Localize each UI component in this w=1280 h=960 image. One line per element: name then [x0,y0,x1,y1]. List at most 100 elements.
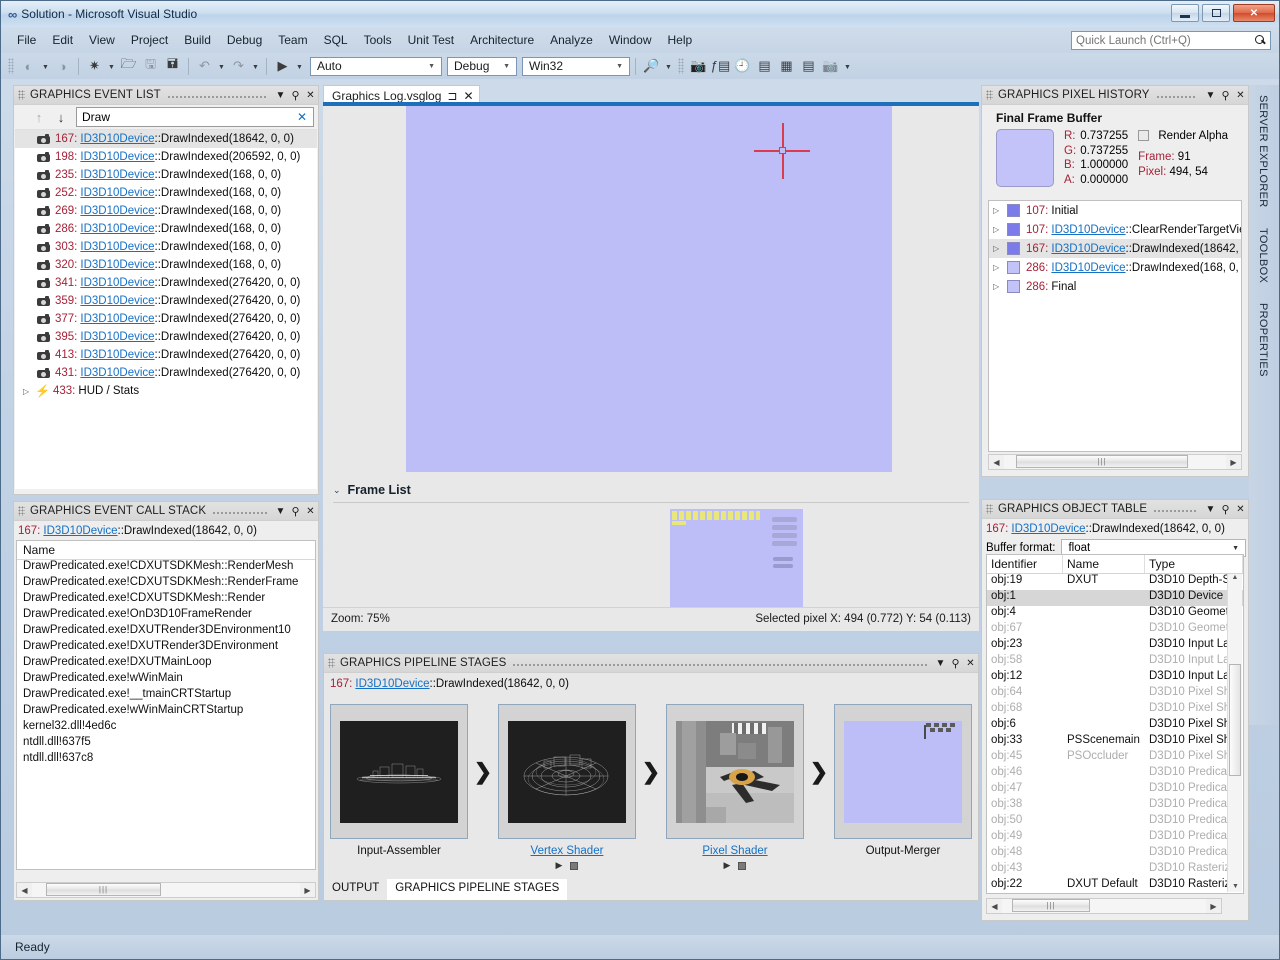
tab-graphics-pipeline-stages[interactable]: GRAPHICS PIPELINE STAGES [387,879,568,900]
scroll-left-icon[interactable]: ◀ [987,902,1002,911]
navigate-forward-icon[interactable]: ◑ [52,56,73,76]
event-device-link[interactable]: ID3D10Device [80,331,154,343]
call-stack-frame[interactable]: DrawPredicated.exe!CDXUTSDKMesh::Render [17,592,315,608]
panel-pin-icon[interactable]: ⚲ [288,87,303,104]
clear-search-icon[interactable]: ✕ [294,110,310,124]
call-stack-frame[interactable]: ntdll.dll!637f5 [17,736,315,752]
solution-config-combo[interactable]: Auto ▼ [310,56,442,76]
event-list-item[interactable]: 235: ID3D10Device::DrawIndexed(168, 0, 0) [15,166,317,184]
menu-project[interactable]: Project [123,30,176,50]
sidetab-server-explorer[interactable]: SERVER EXPLORER [1249,85,1277,218]
menu-tools[interactable]: Tools [356,30,400,50]
event-list-item[interactable]: 303: ID3D10Device::DrawIndexed(168, 0, 0) [15,238,317,256]
stop-icon[interactable] [570,861,579,870]
pixel-history-item[interactable]: ▷ 107: Initial [989,201,1241,220]
panel-close-icon[interactable]: ✕ [1233,87,1248,104]
event-device-link[interactable]: ID3D10Device [80,241,154,253]
open-file-icon[interactable]: 🗁 [118,56,139,76]
stage-pixel-shader[interactable]: Pixel Shader ▶ [666,704,804,871]
stage-thumbnail-box[interactable] [330,704,468,839]
find-dropdown-icon[interactable]: ▼ [663,56,674,76]
stage-input-assembler[interactable]: Input-Assembler [330,704,468,857]
redo-icon[interactable]: ↷ [228,56,249,76]
panel-pin-icon[interactable]: ⚲ [1218,501,1233,518]
panel-pin-icon[interactable]: ⚲ [288,503,303,520]
quick-launch-input[interactable] [1076,34,1255,47]
panel-close-icon[interactable]: ✕ [1233,501,1248,518]
object-table-row[interactable]: obj:67 D3D10 Geometry [987,622,1243,638]
event-device-link[interactable]: ID3D10Device [80,151,154,163]
event-list-group-item[interactable]: ▷ ⚡ 433: HUD / Stats [15,382,317,400]
object-table-row[interactable]: obj:38 D3D10 Predicate [987,798,1243,814]
scroll-track[interactable]: ||| [32,883,300,897]
tab-pin-icon[interactable]: ⊐ [447,89,457,103]
menu-debug[interactable]: Debug [219,30,270,50]
scroll-right-icon[interactable]: ▶ [1226,458,1241,467]
event-device-link[interactable]: ID3D10Device [80,259,154,271]
column-name[interactable]: Name [1063,555,1145,573]
object-table-row[interactable]: obj:49 D3D10 Predicate [987,830,1243,846]
undo-icon[interactable]: ↶ [194,56,215,76]
panel-pin-icon[interactable]: ⚲ [948,655,963,672]
event-list-item[interactable]: 252: ID3D10Device::DrawIndexed(168, 0, 0) [15,184,317,202]
column-type[interactable]: Type [1145,555,1243,573]
column-identifier[interactable]: Identifier [987,555,1063,573]
object-table-hscrollbar[interactable]: ◀ ||| ▶ [986,898,1222,914]
scroll-right-icon[interactable]: ▶ [300,886,315,895]
call-stack-table[interactable]: Name DrawPredicated.exe!CDXUTSDKMesh::Re… [16,540,316,870]
event-device-link[interactable]: ID3D10Device [1051,243,1125,255]
event-list-item[interactable]: 377: ID3D10Device::DrawIndexed(276420, 0,… [15,310,317,328]
event-list-item[interactable]: 198: ID3D10Device::DrawIndexed(206592, 0,… [15,148,317,166]
scroll-thumb[interactable]: ||| [46,883,161,896]
stage-thumbnail-box[interactable] [498,704,636,839]
event-list-item[interactable]: 413: ID3D10Device::DrawIndexed(276420, 0,… [15,346,317,364]
object-table-row[interactable]: obj:48 D3D10 Predicate [987,846,1243,862]
panel-dropdown-icon[interactable]: ▼ [273,87,288,104]
panel-close-icon[interactable]: ✕ [963,655,978,672]
expander-icon[interactable]: ▷ [23,387,35,396]
panel-grip[interactable] [986,504,993,514]
panel-grip[interactable] [18,506,25,516]
frame-thumbnail[interactable] [670,509,803,608]
save-all-icon[interactable]: 🖬 [162,56,183,76]
menu-architecture[interactable]: Architecture [462,30,542,50]
menu-unit-test[interactable]: Unit Test [400,30,462,50]
stop-icon[interactable] [738,861,747,870]
scroll-up-icon[interactable]: ▲ [1228,574,1242,586]
event-list-icon[interactable]: ▤ [754,56,775,76]
pixel-history-hscrollbar[interactable]: ◀ ||| ▶ [988,454,1242,470]
menu-view[interactable]: View [81,30,123,50]
panel-close-icon[interactable]: ✕ [303,87,318,104]
call-stack-frame[interactable]: DrawPredicated.exe!CDXUTSDKMesh::RenderF… [17,576,315,592]
event-device-link[interactable]: ID3D10Device [80,223,154,235]
event-device-link[interactable]: ID3D10Device [80,295,154,307]
menu-edit[interactable]: Edit [44,30,81,50]
expander-icon[interactable]: ▷ [993,282,1005,291]
find-in-files-icon[interactable]: 🔎 [641,56,662,76]
pixel-history-rows[interactable]: ▷ 107: Initial ▷ 107: ID3D10Device::ClearRend… [988,200,1242,452]
expander-icon[interactable]: ▷ [993,225,1005,234]
event-list-rows[interactable]: 167: ID3D10Device::DrawIndexed(18642, 0, … [15,129,317,489]
close-button[interactable]: ✕ [1233,4,1275,22]
tab-close-icon[interactable]: ✕ [463,89,473,103]
call-stack-frame[interactable]: DrawPredicated.exe!DXUTRender3DEnvironme… [17,624,315,640]
event-device-link[interactable]: ID3D10Device [80,133,154,145]
event-device-link[interactable]: ID3D10Device [355,678,429,690]
call-stack-frame[interactable]: kernel32.dll!4ed6c [17,720,315,736]
object-table-row[interactable]: obj:4 D3D10 Geometry [987,606,1243,622]
event-list-item[interactable]: 359: ID3D10Device::DrawIndexed(276420, 0,… [15,292,317,310]
expander-icon[interactable]: ▷ [993,206,1005,215]
find-next-icon[interactable]: ↓ [50,107,72,127]
scroll-down-icon[interactable]: ▼ [1228,883,1243,890]
redo-dropdown-icon[interactable]: ▼ [250,56,261,76]
panel-grip[interactable] [18,90,25,100]
minimize-button[interactable] [1171,4,1199,22]
object-table-row[interactable]: obj:58 D3D10 Input Lay [987,654,1243,670]
scroll-left-icon[interactable]: ◀ [17,886,32,895]
event-device-link[interactable]: ID3D10Device [1011,523,1085,535]
object-table-row[interactable]: obj:43 D3D10 Rasterizer [987,862,1243,878]
undo-dropdown-icon[interactable]: ▼ [216,56,227,76]
event-device-link[interactable]: ID3D10Device [80,205,154,217]
call-stack-frame[interactable]: DrawPredicated.exe!wWinMainCRTStartup [17,704,315,720]
render-alpha-checkbox-row[interactable]: Render Alpha [1138,129,1228,144]
